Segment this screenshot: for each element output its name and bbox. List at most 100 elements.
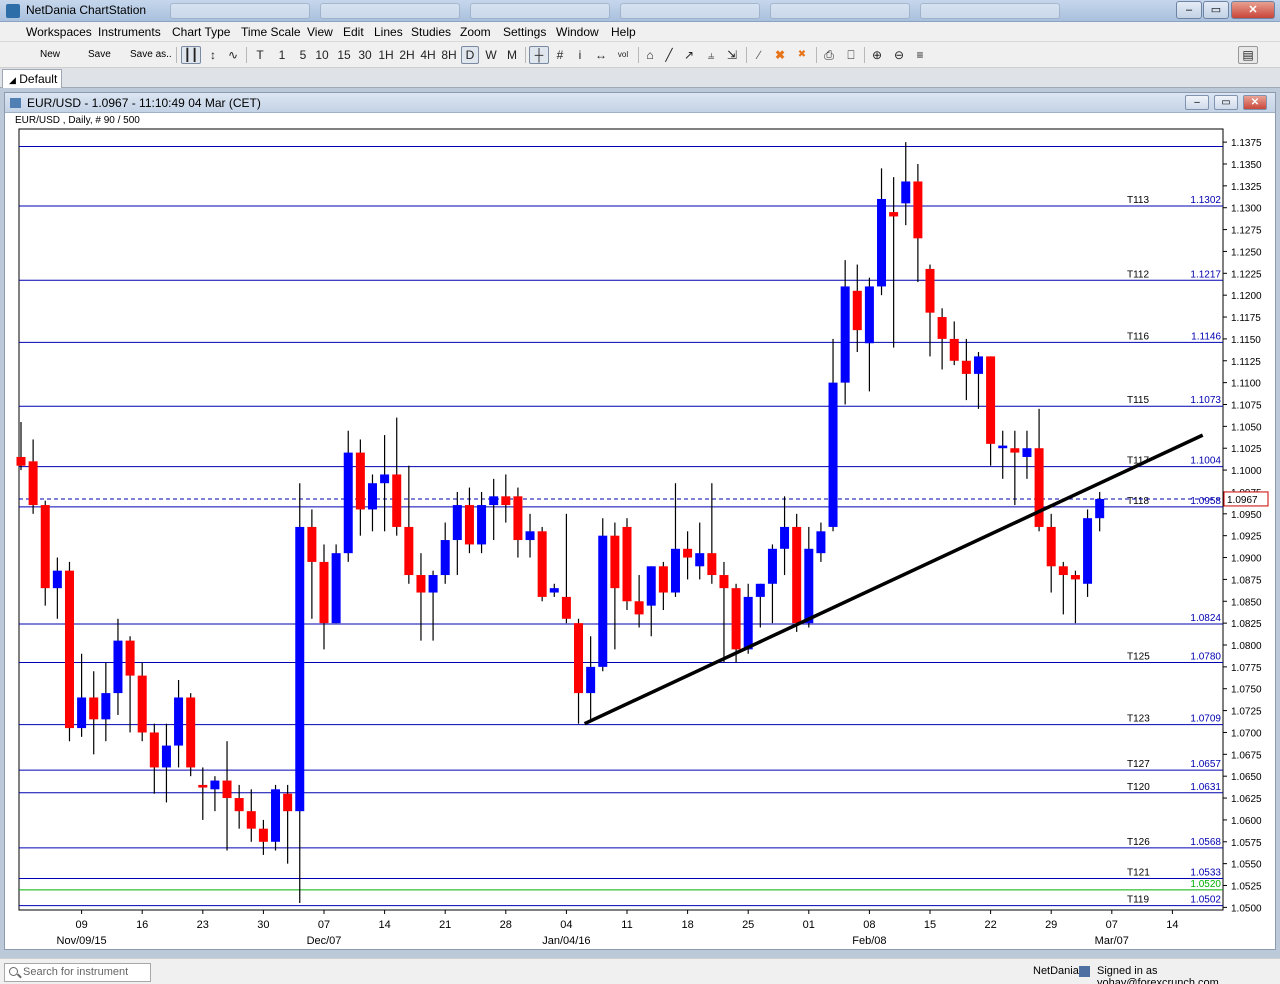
maximize-button[interactable]: ▭ [1203,1,1229,19]
candle-body [137,675,147,733]
x-tick-label: 16 [136,919,148,931]
candle-body [1010,448,1020,453]
app-title: NetDania ChartStation [26,3,147,17]
menu-lines[interactable]: Lines [374,25,403,39]
zoom-fit-icon[interactable]: ≡ [911,46,929,64]
delete-line-icon[interactable]: ✖ [772,46,788,64]
candle-body [28,461,38,506]
menu-window[interactable]: Window [556,25,599,39]
workspace-tabstrip: ◢ Default [0,68,1280,88]
timescale-5min[interactable]: 5 [295,46,311,64]
print-icon[interactable]: ⎙ [820,46,838,64]
panel-toggle-icon[interactable]: ▤ [1238,46,1258,64]
signed-in-user: Signed in as yohay@forexcrunch.com [1097,965,1219,984]
timescale-1min[interactable]: 1 [274,46,290,64]
menu-zoom[interactable]: Zoom [460,25,491,39]
candle-body [125,640,135,676]
candle-body [937,317,947,339]
candle-body [295,526,305,812]
x-tick-label: Mar/07 [1095,935,1129,947]
background-taskbar-item [920,3,1060,19]
trendline-tool-icon[interactable]: ╱ [661,46,677,64]
y-tick-label: 1.0500 [1231,903,1262,914]
save-button[interactable]: Save [88,49,111,60]
candle-body [392,474,402,527]
background-taskbar-item [170,3,310,19]
print-preview-icon[interactable]: ⎕ [842,46,860,64]
menu-settings[interactable]: Settings [503,25,546,39]
menu-time-scale[interactable]: Time Scale [241,25,301,39]
zoom-out-icon[interactable]: ⊖ [890,46,908,64]
candle-body [901,181,911,204]
alarm-bell-icon[interactable]: ⌂ [642,46,658,64]
candle-body [1058,566,1068,576]
fibonacci-tool-icon[interactable]: ⇲ [724,46,740,64]
candle-body [731,588,741,650]
menu-help[interactable]: Help [611,25,636,39]
line-chart-icon[interactable]: ∿ [224,46,242,64]
candle-body [1034,448,1044,527]
timescale-4h[interactable]: 4H [419,46,437,64]
hline-price: 1.1217 [1190,269,1221,280]
pan-arrows-icon[interactable]: ↔ [592,46,610,64]
hline-price: 1.0533 [1190,868,1221,879]
menu-studies[interactable]: Studies [411,25,451,39]
delete-all-icon[interactable]: ✖ [793,46,811,64]
channel-tool-icon[interactable]: ⫨ [702,46,720,64]
x-tick-label: 04 [560,919,572,931]
timescale-8h[interactable]: 8H [440,46,458,64]
x-tick-label: 22 [984,919,996,931]
instrument-search-input[interactable]: Search for instrument [4,963,151,982]
timescale-1h[interactable]: 1H [377,46,395,64]
candle-body [101,693,111,720]
zoom-in-icon[interactable]: ⊕ [868,46,886,64]
menu-view[interactable]: View [307,25,333,39]
volume-icon[interactable]: vol [612,46,634,64]
menu-workspaces[interactable]: Workspaces [26,25,92,39]
timescale-weekly[interactable]: W [483,46,499,64]
timescale-daily[interactable]: D [461,46,479,64]
grid-icon[interactable]: # [552,46,568,64]
candle-body [258,828,268,842]
candle-body [658,566,668,593]
save-as-button[interactable]: Save as.. [130,49,172,60]
info-icon[interactable]: i [572,46,588,64]
search-placeholder: Search for instrument [23,966,129,978]
tab-default[interactable]: ◢ Default [2,69,62,88]
menubar: Workspaces Instruments Chart Type Time S… [0,22,1280,42]
menu-instruments[interactable]: Instruments [98,25,161,39]
chart-maximize-button[interactable]: ▭ [1214,95,1238,110]
candle-body [343,452,353,554]
menu-chart-type[interactable]: Chart Type [172,25,230,39]
timescale-30min[interactable]: 30 [356,46,374,64]
eraser-icon[interactable]: ∕ [750,46,768,64]
y-tick-label: 1.1000 [1231,466,1262,477]
timescale-2h[interactable]: 2H [398,46,416,64]
close-button[interactable]: ✕ [1231,1,1275,19]
chart-window-titlebar: EUR/USD - 1.0967 - 11:10:49 04 Mar (CET)… [5,93,1275,113]
timescale-15min[interactable]: 15 [335,46,353,64]
candlestick-chart-icon[interactable]: ┃┃ [181,46,201,64]
menu-edit[interactable]: Edit [343,25,364,39]
hline-price: 1.0657 [1190,759,1221,770]
ohlc-bar-chart-icon[interactable]: ↕ [204,46,222,64]
price-chart[interactable]: 1.0500 1.0525 1.0550 1.0575 1.0600 1.0625 1.06… [5,113,1275,949]
candle-body [646,566,656,606]
chart-minimize-button[interactable]: – [1185,95,1209,110]
chart-window-title: EUR/USD - 1.0967 - 11:10:49 04 Mar (CET) [27,96,261,110]
status-brand: NetDania [1033,965,1079,977]
new-button[interactable]: New [40,49,60,60]
timescale-tick[interactable]: T [252,46,268,64]
ray-tool-icon[interactable]: ↗ [681,46,697,64]
y-tick-label: 1.1125 [1231,357,1261,368]
hline-label: T115 [1127,395,1149,406]
minimize-button[interactable]: – [1176,1,1202,19]
candle-body [513,496,523,541]
y-tick-label: 1.0650 [1231,772,1262,783]
chart-close-button[interactable]: ✕ [1243,95,1267,110]
candle-body [743,596,753,650]
candle-body [149,732,159,768]
timescale-monthly[interactable]: M [504,46,520,64]
crosshair-icon[interactable]: ┼ [529,46,549,64]
timescale-10min[interactable]: 10 [313,46,331,64]
